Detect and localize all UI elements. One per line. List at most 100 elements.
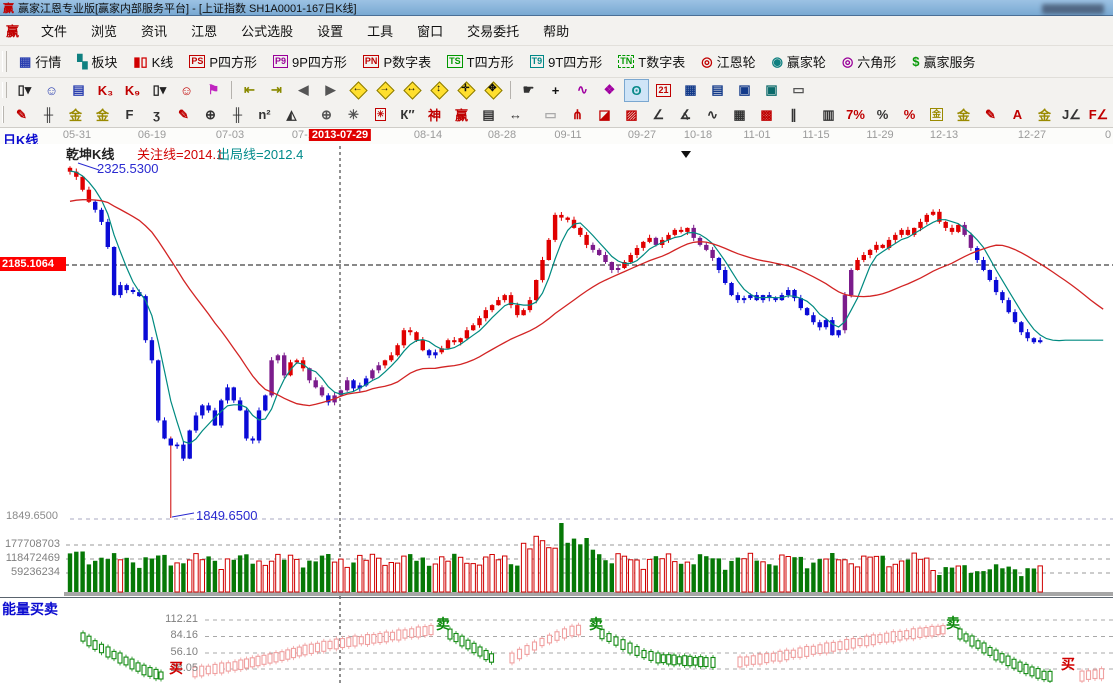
menu-item-工具[interactable]: 工具 <box>355 21 405 42</box>
memo-button[interactable]: ▤ <box>705 79 730 102</box>
shen-tool-button[interactable]: 神 <box>422 103 447 126</box>
percent-7-button[interactable]: 7% <box>843 103 868 126</box>
p-square-button[interactable]: PSP四方形 <box>181 46 265 77</box>
fibonacci-f-button[interactable]: F <box>117 103 142 126</box>
kline-style-button[interactable]: ▯▾ <box>12 79 37 102</box>
f-angle-button[interactable]: F∠ <box>1086 103 1111 126</box>
hand-tool-button[interactable]: ☛ <box>516 79 541 102</box>
title-bar[interactable]: 赢 赢家江恩专业版[赢家内部服务平台] - [上证指数 SH1A0001-167… <box>0 0 1113 16</box>
mask-red-button[interactable]: ☺ <box>174 79 199 102</box>
compass-button[interactable]: ⊕ <box>314 103 339 126</box>
menu-item-交易委托[interactable]: 交易委托 <box>455 21 531 42</box>
gold-circle-button[interactable]: 金 <box>924 103 949 126</box>
prev-bar-button[interactable]: ◀ <box>291 79 316 102</box>
star-burst-button[interactable]: ✳ <box>341 103 366 126</box>
k-mark-button[interactable]: К″ <box>395 103 420 126</box>
grid-lines-button[interactable]: ╫ <box>36 103 61 126</box>
gold-ratio-1-button[interactable]: 金 <box>63 103 88 126</box>
protractor-button[interactable]: ◭ <box>279 103 304 126</box>
gold-under-button[interactable]: 金 <box>1032 103 1057 126</box>
expand-vertical-button[interactable]: ↕ <box>426 79 451 102</box>
t-number-table-button[interactable]: TNT数字表 <box>610 46 693 77</box>
parallel-lines-button[interactable]: ∥ <box>781 103 806 126</box>
prev-bar-icon: ◀ <box>299 82 309 98</box>
width-measure-button[interactable]: ↔ <box>503 103 528 126</box>
menu-item-帮助[interactable]: 帮助 <box>531 21 581 42</box>
hatch-box-button[interactable]: ▨ <box>619 103 644 126</box>
grid-box-1-button[interactable]: ▦ <box>727 103 752 126</box>
t-square-button[interactable]: TST四方形 <box>439 46 521 77</box>
calendar-21-button[interactable]: 21 <box>651 79 676 102</box>
hexagon-button[interactable]: ◎六角形 <box>834 46 904 77</box>
kline-icon: ▮▯ <box>133 55 147 69</box>
form-doc-button[interactable]: ▤ <box>66 79 91 102</box>
fan-lines-button[interactable]: ⋔ <box>565 103 590 126</box>
9p-square-button[interactable]: P99P四方形 <box>265 46 355 77</box>
percent-line-button[interactable]: % <box>897 103 922 126</box>
angle-1-button[interactable]: ∠ <box>646 103 671 126</box>
percent-button[interactable]: % <box>870 103 895 126</box>
menu-item-浏览[interactable]: 浏览 <box>79 21 129 42</box>
ying-tool-button[interactable]: 赢 <box>449 103 474 126</box>
j-angle-button[interactable]: J∠ <box>1059 103 1084 126</box>
save-remote-button[interactable]: ▣ <box>759 79 784 102</box>
trend-angle-button[interactable]: ∿ <box>570 79 595 102</box>
expand-all-button[interactable]: ✛ <box>453 79 478 102</box>
smart-brain-button[interactable]: ʘ <box>624 79 649 102</box>
gold-ratio-2-button[interactable]: 金 <box>90 103 115 126</box>
kline-button[interactable]: ▮▯K线 <box>125 46 181 77</box>
zigzag-button[interactable]: ∿ <box>700 103 725 126</box>
kline-style-icon: ▯▾ <box>18 82 32 98</box>
angle-2-button[interactable]: ∡ <box>673 103 698 126</box>
scale-chart-button[interactable]: ▥ <box>816 103 841 126</box>
fit-all-button[interactable]: ✥ <box>480 79 505 102</box>
chart-9-button[interactable]: K₉ <box>120 79 145 102</box>
menu-item-江恩[interactable]: 江恩 <box>179 21 229 42</box>
draw-pen-2-button[interactable]: ✎ <box>171 103 196 126</box>
star-box-button[interactable]: ✳ <box>368 103 393 126</box>
a-wave-button[interactable]: A <box>1005 103 1030 126</box>
crosshair-button[interactable]: + <box>543 79 568 102</box>
shift-left-button[interactable]: ← <box>345 79 370 102</box>
menu-item-公式选股[interactable]: 公式选股 <box>229 21 305 42</box>
menu-item-窗口[interactable]: 窗口 <box>405 21 455 42</box>
winner-service-button[interactable]: $赢家服务 <box>904 46 983 77</box>
gann-tool-button[interactable]: ❖ <box>597 79 622 102</box>
chart-area[interactable]: 乾坤K线 关注线=2014.1 出局线=2012.4 2325.5300 218… <box>0 144 1113 683</box>
grid-box-2-button[interactable]: ▩ <box>754 103 779 126</box>
shift-right-button[interactable]: → <box>372 79 397 102</box>
menu-item-设置[interactable]: 设置 <box>305 21 355 42</box>
print-button[interactable]: ▭ <box>786 79 811 102</box>
jump-last-button[interactable]: ⇥ <box>264 79 289 102</box>
sectors-button[interactable]: ▚板块 <box>69 46 125 77</box>
mask-blue-button[interactable]: ☺ <box>39 79 64 102</box>
chart-3-button[interactable]: K₃ <box>93 79 118 102</box>
n-square-button[interactable]: n² <box>252 103 277 126</box>
color-flag-button[interactable]: ⚑ <box>201 79 226 102</box>
save-button[interactable]: ▣ <box>732 79 757 102</box>
candle-picker-button[interactable]: ▯▾ <box>147 79 172 102</box>
winner-wheel-button[interactable]: ◉赢家轮 <box>764 46 834 77</box>
pen-candle-button[interactable]: ✎ <box>978 103 1003 126</box>
menu-item-文件[interactable]: 文件 <box>29 21 79 42</box>
p-number-table-button[interactable]: PNP数字表 <box>355 46 439 77</box>
toolbar-grip <box>2 82 7 99</box>
expand-horizontal-button[interactable]: ↔ <box>399 79 424 102</box>
circle-cycle-button[interactable]: ⊕ <box>198 103 223 126</box>
next-bar-button[interactable]: ▶ <box>318 79 343 102</box>
market-quotes-button[interactable]: ▦行情 <box>11 46 69 77</box>
9t-square-button[interactable]: T99T四方形 <box>522 46 611 77</box>
volume-bars <box>68 523 1043 592</box>
fan-box-button[interactable]: ◪ <box>592 103 617 126</box>
frame-gray-button[interactable]: ▭ <box>538 103 563 126</box>
ruler-grid-button[interactable]: ╫ <box>225 103 250 126</box>
ruler-123-button[interactable]: ▤ <box>476 103 501 126</box>
calculator-button[interactable]: ▦ <box>678 79 703 102</box>
menu-item-资讯[interactable]: 资讯 <box>129 21 179 42</box>
gold-line-button[interactable]: 金 <box>951 103 976 126</box>
draw-pen-button[interactable]: ✎ <box>9 103 34 126</box>
n-square-icon: n² <box>258 107 270 122</box>
jump-first-button[interactable]: ⇤ <box>237 79 262 102</box>
spiral-button[interactable]: ʒ <box>144 103 169 126</box>
gann-wheel-button[interactable]: ◎江恩轮 <box>693 46 763 77</box>
